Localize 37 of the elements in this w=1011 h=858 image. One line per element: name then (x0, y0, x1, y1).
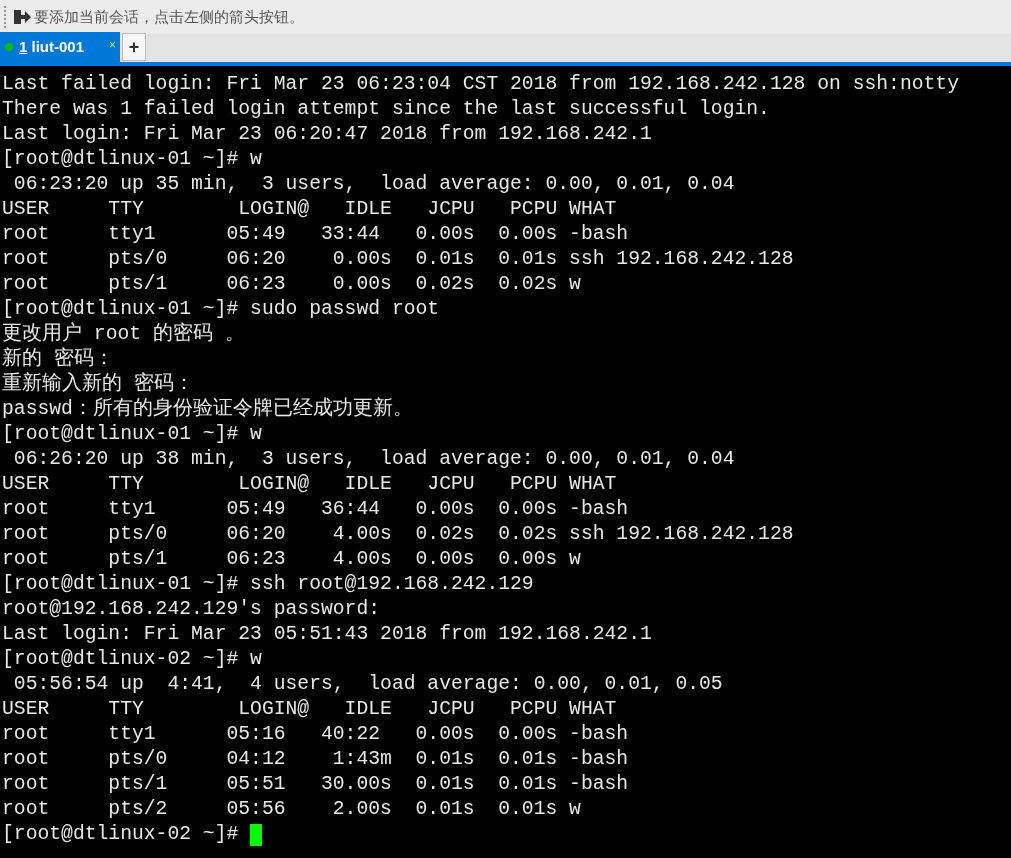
terminal-line: Last login: Fri Mar 23 06:20:47 2018 from 192.168.242.1 (2, 122, 652, 147)
terminal-line: Last login: Fri Mar 23 05:51:43 2018 from 192.168.242.1 (2, 622, 652, 647)
toolbar-hint: 要添加当前会话，点击左侧的箭头按钮。 (34, 6, 304, 27)
terminal-line: There was 1 failed login attempt since the last successful login. (2, 97, 770, 122)
terminal-line: USER TTY LOGIN@ IDLE JCPU PCPU WHAT (2, 472, 617, 497)
terminal-line: root tty1 05:16 40:22 0.00s 0.00s -bash (2, 722, 629, 747)
terminal-line: root pts/1 05:51 30.00s 0.01s 0.01s -bash (2, 772, 629, 797)
terminal-line: root pts/0 06:20 4.00s 0.02s 0.02s ssh 192.168.242.128 (2, 522, 794, 547)
terminal-line: passwd：所有的身份验证令牌已经成功更新。 (2, 397, 413, 422)
terminal-line: root@192.168.242.129's password: (2, 597, 381, 622)
terminal-line: USER TTY LOGIN@ IDLE JCPU PCPU WHAT (2, 697, 617, 722)
terminal-line: 重新输入新的 密码： (2, 372, 194, 397)
tab-label: 1 liut-001 (19, 36, 86, 57)
terminal-line: Last failed login: Fri Mar 23 06:23:04 CST 2018 from 192.168.242.128 on ssh:notty (2, 72, 959, 97)
terminal-line: 06:26:20 up 38 min, 3 users, load average: 0.00, 0.01, 0.04 (12, 447, 735, 472)
terminal-line: 05:56:54 up 4:41, 4 users, load average: 0.00, 0.01, 0.05 (12, 672, 723, 697)
terminal-line: root tty1 05:49 36:44 0.00s 0.00s -bash (2, 497, 629, 522)
terminal-line: [root@dtlinux-01 ~]# sudo passwd root (2, 297, 440, 322)
terminal-line: 06:23:20 up 35 min, 3 users, load average: 0.00, 0.01, 0.04 (12, 172, 735, 197)
terminal-line: 新的 密码： (2, 347, 114, 372)
tab-close-button[interactable]: × (109, 36, 116, 54)
terminal-line: 更改用户 root 的密码 。 (2, 322, 245, 347)
terminal-line: [root@dtlinux-01 ~]# w (2, 147, 262, 172)
terminal-line: root pts/2 05:56 2.00s 0.01s 0.01s w (2, 797, 581, 822)
session-tab[interactable]: 1 liut-001 × (0, 32, 120, 62)
terminal-line: [root@dtlinux-02 ~]# w (2, 647, 262, 672)
terminal-line: root pts/0 04:12 1:43m 0.01s 0.01s -bash (2, 747, 629, 772)
terminal-line: root tty1 05:49 33:44 0.00s 0.00s -bash (2, 222, 629, 247)
terminal-line: root pts/0 06:20 0.00s 0.01s 0.01s ssh 192.168.242.128 (2, 247, 794, 272)
terminal-line: root pts/1 06:23 0.00s 0.02s 0.02s w (2, 272, 581, 297)
new-tab-button[interactable]: + (122, 33, 146, 61)
terminal-line: [root@dtlinux-01 ~]# ssh root@192.168.242.129 (2, 572, 534, 597)
terminal-line: root pts/1 06:23 4.00s 0.00s 0.00s w (2, 547, 581, 572)
terminal-line: USER TTY LOGIN@ IDLE JCPU PCPU WHAT (2, 197, 617, 222)
terminal-line: [root@dtlinux-02 ~]# (2, 822, 240, 847)
terminal-line: [root@dtlinux-01 ~]# w (2, 422, 262, 447)
session-arrow-icon[interactable] (12, 7, 32, 27)
